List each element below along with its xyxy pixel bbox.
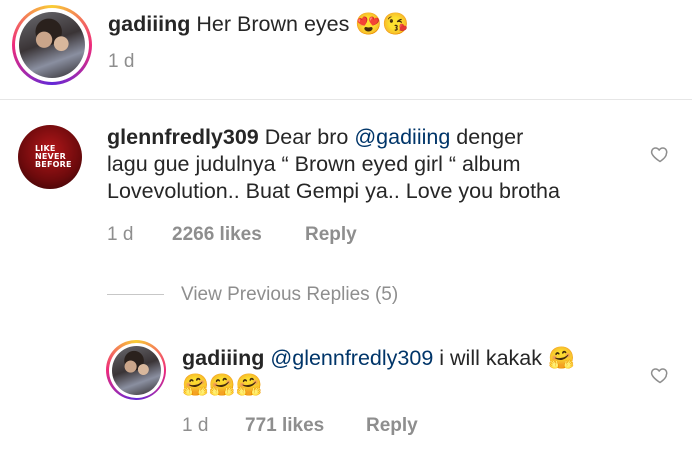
avatar[interactable]: LIKE NEVER BEFORE (18, 125, 82, 189)
mention-link[interactable]: @glennfredly309 (270, 346, 433, 370)
comment-age: 1 d (107, 224, 134, 245)
comment-text: gadiiing Her Brown eyes 😍😘 (108, 11, 409, 38)
comment-text: glennfredly309 Dear bro @gadiiing denger… (107, 124, 627, 205)
mention-link[interactable]: @gadiiing (354, 125, 450, 149)
comment-age: 1 d (108, 51, 135, 72)
reply-button[interactable]: Reply (366, 415, 418, 437)
comment-body: lagu gue judulnya “ Brown eyed girl “ al… (107, 152, 521, 176)
comment-username[interactable]: glennfredly309 (107, 125, 259, 149)
emoji: 🤗🤗🤗 (182, 373, 263, 397)
view-previous-replies[interactable]: View Previous Replies (5) (181, 284, 398, 306)
comment-body: Dear bro (264, 125, 355, 149)
reply-button[interactable]: Reply (305, 224, 357, 246)
avatar[interactable] (106, 340, 166, 400)
avatar-text: BEFORE (35, 160, 72, 169)
heart-outline-icon[interactable] (650, 365, 670, 385)
comment-body: Lovevolution.. Buat Gempi ya.. Love you … (107, 179, 560, 203)
avatar[interactable] (12, 5, 92, 85)
comment-body: denger (450, 125, 524, 149)
replies-divider (107, 294, 164, 295)
emoji: 🤗 (548, 346, 575, 370)
reply-body: i will kakak (433, 346, 548, 370)
reply-text: gadiiing @glennfredly309 i will kakak 🤗 … (182, 345, 575, 399)
comment-body: Her Brown eyes (196, 12, 350, 36)
reply-age: 1 d (182, 415, 209, 436)
divider (0, 99, 692, 100)
heart-outline-icon[interactable] (650, 144, 670, 164)
comment-username[interactable]: gadiiing (108, 12, 190, 36)
reply-username[interactable]: gadiiing (182, 346, 264, 370)
likes-count[interactable]: 771 likes (245, 415, 324, 437)
emoji: 😍😘 (355, 12, 409, 36)
likes-count[interactable]: 2266 likes (172, 224, 262, 246)
avatar-photo (19, 12, 85, 78)
avatar-photo (111, 345, 161, 395)
